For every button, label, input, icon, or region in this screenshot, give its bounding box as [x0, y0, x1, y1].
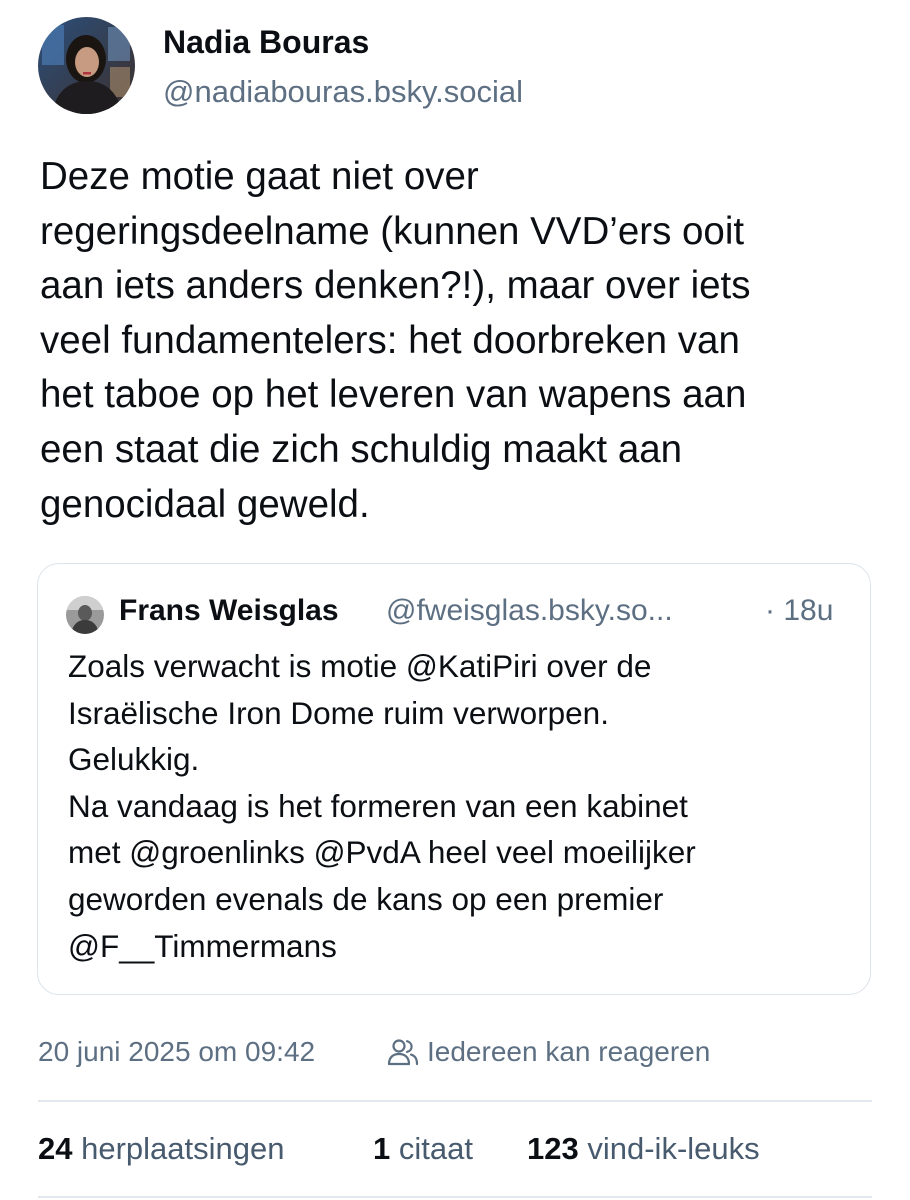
- likes-count: 123: [527, 1131, 579, 1166]
- quotes-stat[interactable]: 1 citaat: [373, 1131, 473, 1167]
- author-handle[interactable]: @nadiabouras.bsky.social: [163, 74, 523, 110]
- reply-setting[interactable]: Iedereen kan reageren: [387, 1034, 710, 1070]
- divider: [38, 1100, 872, 1102]
- post-date: 20 juni 2025 om 09:42: [38, 1036, 316, 1067]
- author-avatar[interactable]: [38, 17, 135, 114]
- quoted-post-time: · 18u: [765, 594, 834, 627]
- reposts-label: herplaatsingen: [81, 1131, 285, 1166]
- divider-bottom: [38, 1196, 872, 1198]
- likes-label: vind-ik-leuks: [587, 1131, 760, 1166]
- author-name[interactable]: Nadia Bouras: [163, 24, 369, 61]
- quoted-author-name: Frans Weisglas: [119, 594, 339, 627]
- quotes-label: citaat: [398, 1131, 473, 1166]
- quotes-count: 1: [373, 1131, 391, 1166]
- likes-stat[interactable]: 123 vind-ik-leuks: [527, 1131, 760, 1167]
- reposts-count: 24: [38, 1131, 73, 1166]
- quoted-post-card[interactable]: Frans Weisglas @fweisglas.bsky.so... · 1…: [37, 563, 871, 995]
- post-text: Deze motie gaat niet over regeringsdeeln…: [40, 155, 751, 526]
- people-icon: [387, 1037, 419, 1067]
- quoted-post-text: Zoals verwacht is motie @KatiPiri over d…: [68, 648, 696, 964]
- post-thread-item: Nadia Bouras @nadiabouras.bsky.social De…: [0, 0, 910, 1200]
- quoted-author-handle: @fweisglas.bsky.so...: [386, 594, 673, 627]
- quoted-author-avatar[interactable]: [66, 596, 104, 634]
- reposts-stat[interactable]: 24 herplaatsingen: [38, 1131, 285, 1167]
- reply-setting-label: Iedereen kan reageren: [427, 1036, 711, 1067]
